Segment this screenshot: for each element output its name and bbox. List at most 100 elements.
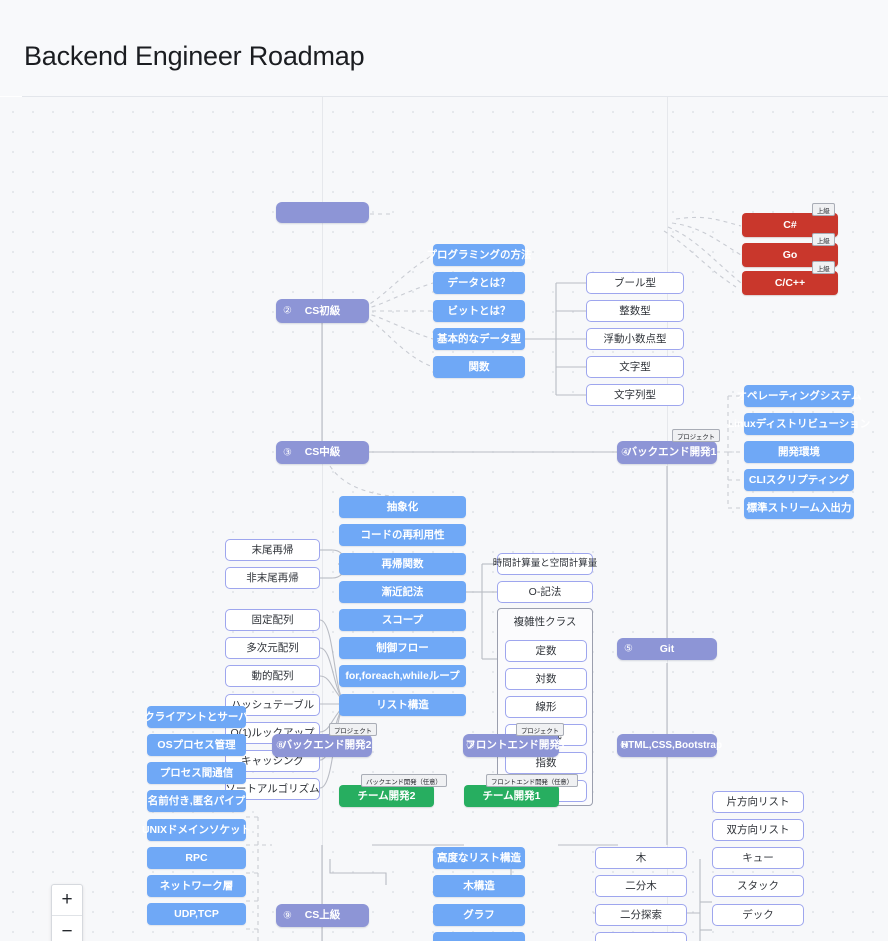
topic-node[interactable]: 標準ストリーム入出力: [744, 497, 854, 519]
milestone-frontend1[interactable]: ⑦ フロントエンド開発1: [463, 734, 566, 757]
advanced-list-label: デック: [742, 908, 774, 921]
milestone-cs-beginner-ghost: [276, 202, 369, 223]
badge-backend-optional: バックエンド開発（任意）: [361, 774, 447, 787]
topic-node[interactable]: スコープ: [339, 609, 466, 631]
complexity-node[interactable]: 線形: [505, 696, 587, 718]
badge-frontend-optional: フロントエンド開発（任意）: [486, 774, 578, 787]
complexity-node[interactable]: 定数: [505, 640, 587, 662]
complexity-label: 定数: [535, 644, 557, 657]
recursion-label: 非末尾再帰: [246, 571, 299, 584]
language-node-cpp[interactable]: C/C++: [742, 271, 838, 295]
topic-node[interactable]: Linuxディストリビューション: [728, 413, 870, 435]
topic-label: 開発環境: [778, 445, 820, 458]
asymptotic-node[interactable]: 時間計算量と空間計算量: [493, 553, 597, 575]
topic-label: 漸近記法: [381, 585, 424, 598]
datatype-label: 文字列型: [614, 388, 656, 401]
milestone-index: ⑧: [276, 739, 285, 751]
topic-node[interactable]: 基本的なデータ型: [433, 328, 525, 350]
badge-project-frontend1: プロジェクト: [516, 723, 564, 736]
list-structure-node[interactable]: 固定配列: [225, 609, 320, 631]
recursion-node[interactable]: 非末尾再帰: [225, 567, 320, 589]
datatype-node[interactable]: ブール型: [586, 272, 684, 294]
advanced-list-node[interactable]: 片方向リスト: [712, 791, 804, 813]
topic-node[interactable]: 関数: [433, 356, 525, 378]
networking-node[interactable]: クライアントとサーバ: [144, 706, 249, 728]
tree-node-partial[interactable]: [595, 932, 687, 941]
topic-node[interactable]: 木構造: [433, 875, 525, 897]
topic-node[interactable]: オペレーティングシステム: [736, 385, 862, 407]
topic-node[interactable]: プログラミングの方法: [427, 244, 532, 266]
asymptotic-node[interactable]: O-記法: [497, 581, 593, 603]
topic-node[interactable]: 抽象化: [339, 496, 466, 518]
team-project-frontend[interactable]: チーム開発1: [464, 785, 559, 807]
topic-node[interactable]: CLIスクリプティング: [744, 469, 854, 491]
milestone-html-css-bootstrap[interactable]: ⑥ HTML,CSS,Bootstrap: [617, 734, 722, 757]
list-structure-label: 動的配列: [251, 669, 294, 682]
topic-label: Linuxディストリビューション: [727, 417, 871, 430]
topic-label: コードの再利用性: [360, 528, 445, 541]
advanced-list-node[interactable]: デック: [712, 904, 804, 926]
topic-node[interactable]: 漸近記法: [339, 581, 466, 603]
topic-node[interactable]: 制御フロー: [339, 637, 466, 659]
datatype-node[interactable]: 文字列型: [586, 384, 684, 406]
topic-node[interactable]: 高度なリスト構造: [433, 847, 525, 869]
advanced-list-node[interactable]: スタック: [712, 875, 804, 897]
milestone-index: ③: [283, 446, 292, 458]
datatype-label: ブール型: [614, 276, 656, 289]
badge-advanced-cpp: 上級: [812, 261, 835, 274]
milestone-backend1[interactable]: ④ バックエンド開発1: [617, 441, 717, 464]
milestone-backend2[interactable]: ⑧ バックエンド開発2: [272, 734, 372, 757]
networking-label: クライアントとサーバ: [144, 710, 249, 723]
networking-node[interactable]: プロセス間通信: [147, 762, 246, 784]
datatype-node[interactable]: 整数型: [586, 300, 684, 322]
topic-node[interactable]: リスト構造: [339, 694, 466, 716]
networking-node[interactable]: RPC: [147, 847, 246, 869]
networking-node[interactable]: ネットワーク層: [147, 875, 246, 897]
milestone-index: ④: [621, 446, 630, 458]
milestone-index: ⑦: [466, 739, 475, 751]
topic-label: オペレーティングシステム: [736, 389, 862, 402]
topic-node-partial[interactable]: [433, 932, 525, 941]
topic-node[interactable]: グラフ: [433, 904, 525, 926]
canvas-guide-line: [667, 97, 668, 941]
complexity-label: 対数: [535, 672, 557, 685]
datatype-node[interactable]: 浮動小数点型: [586, 328, 684, 350]
advanced-list-node[interactable]: 双方向リスト: [712, 819, 804, 841]
zoom-in-button[interactable]: +: [52, 885, 82, 916]
topic-node[interactable]: for,foreach,whileループ: [339, 665, 466, 687]
networking-node[interactable]: OSプロセス管理: [147, 734, 246, 756]
roadmap-canvas[interactable]: C# 上級 Go 上級 C/C++ 上級 ② CS初級 プログラミングの方法 デ…: [0, 97, 888, 941]
advanced-list-node[interactable]: キュー: [712, 847, 804, 869]
networking-node[interactable]: UNIXドメインソケット: [142, 819, 251, 841]
topic-node[interactable]: データとは？: [433, 272, 525, 294]
milestone-label: CS中級: [304, 446, 341, 459]
team-project-backend[interactable]: チーム開発2: [339, 785, 434, 807]
milestone-cs-advanced[interactable]: ⑨ CS上級: [276, 904, 369, 927]
datatype-label: 文字型: [619, 360, 651, 373]
zoom-control[interactable]: + −: [51, 884, 83, 941]
milestone-git[interactable]: ⑤ Git: [617, 638, 717, 660]
tree-node[interactable]: 二分探索: [595, 904, 687, 926]
tree-node[interactable]: 木: [595, 847, 687, 869]
topic-label: 高度なリスト構造: [437, 851, 521, 864]
complexity-node[interactable]: 対数: [505, 668, 587, 690]
milestone-cs-beginner[interactable]: ② CS初級: [276, 299, 369, 323]
milestone-cs-intermediate[interactable]: ③ CS中級: [276, 441, 369, 464]
topic-label: リスト構造: [376, 698, 429, 711]
list-structure-node[interactable]: 多次元配列: [225, 637, 320, 659]
datatype-node[interactable]: 文字型: [586, 356, 684, 378]
list-structure-node[interactable]: 動的配列: [225, 665, 320, 687]
topic-node[interactable]: コードの再利用性: [339, 524, 466, 546]
zoom-out-button[interactable]: −: [52, 916, 82, 941]
recursion-label: 末尾再帰: [251, 543, 294, 556]
milestone-label: CS上級: [304, 909, 341, 922]
networking-node[interactable]: UDP,TCP: [147, 903, 246, 925]
tree-node[interactable]: 二分木: [595, 875, 687, 897]
topic-node[interactable]: 開発環境: [744, 441, 854, 463]
networking-node[interactable]: 名前付き,匿名パイプ: [147, 790, 246, 812]
topic-node[interactable]: ビットとは？: [433, 300, 525, 322]
topic-node[interactable]: 再帰関数: [339, 553, 466, 575]
recursion-node[interactable]: 末尾再帰: [225, 539, 320, 561]
language-label: C/C++: [774, 276, 806, 289]
tree-label: 二分木: [625, 879, 657, 892]
